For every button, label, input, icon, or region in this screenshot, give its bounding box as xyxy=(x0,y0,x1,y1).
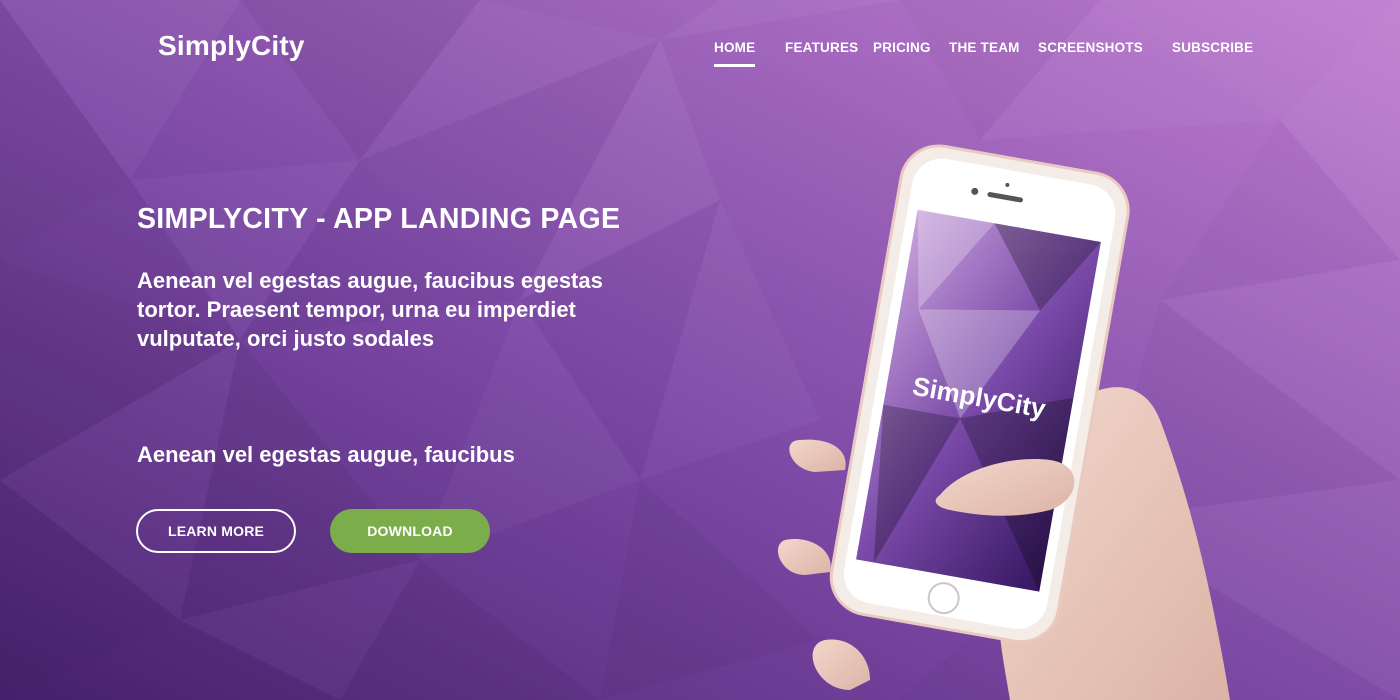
nav-item-pricing[interactable]: PRICING xyxy=(873,40,931,55)
nav-item-the-team[interactable]: THE TEAM xyxy=(949,40,1020,55)
main-nav: HOME FEATURES PRICING THE TEAM SCREENSHO… xyxy=(0,0,1400,90)
nav-item-home[interactable]: HOME xyxy=(714,40,756,67)
hero-title: SIMPLYCITY - APP LANDING PAGE xyxy=(137,203,621,235)
hero-subtitle: Aenean vel egestas augue, faucibus xyxy=(137,442,515,467)
nav-item-subscribe[interactable]: SUBSCRIBE xyxy=(1172,40,1253,55)
download-button[interactable]: DOWNLOAD xyxy=(330,509,490,553)
nav-item-features[interactable]: FEATURES xyxy=(785,40,858,55)
hero-description: Aenean vel egestas augue, faucibus egest… xyxy=(137,268,603,351)
nav-item-screenshots[interactable]: SCREENSHOTS xyxy=(1038,40,1143,55)
learn-more-button[interactable]: LEARN MORE xyxy=(136,509,296,553)
